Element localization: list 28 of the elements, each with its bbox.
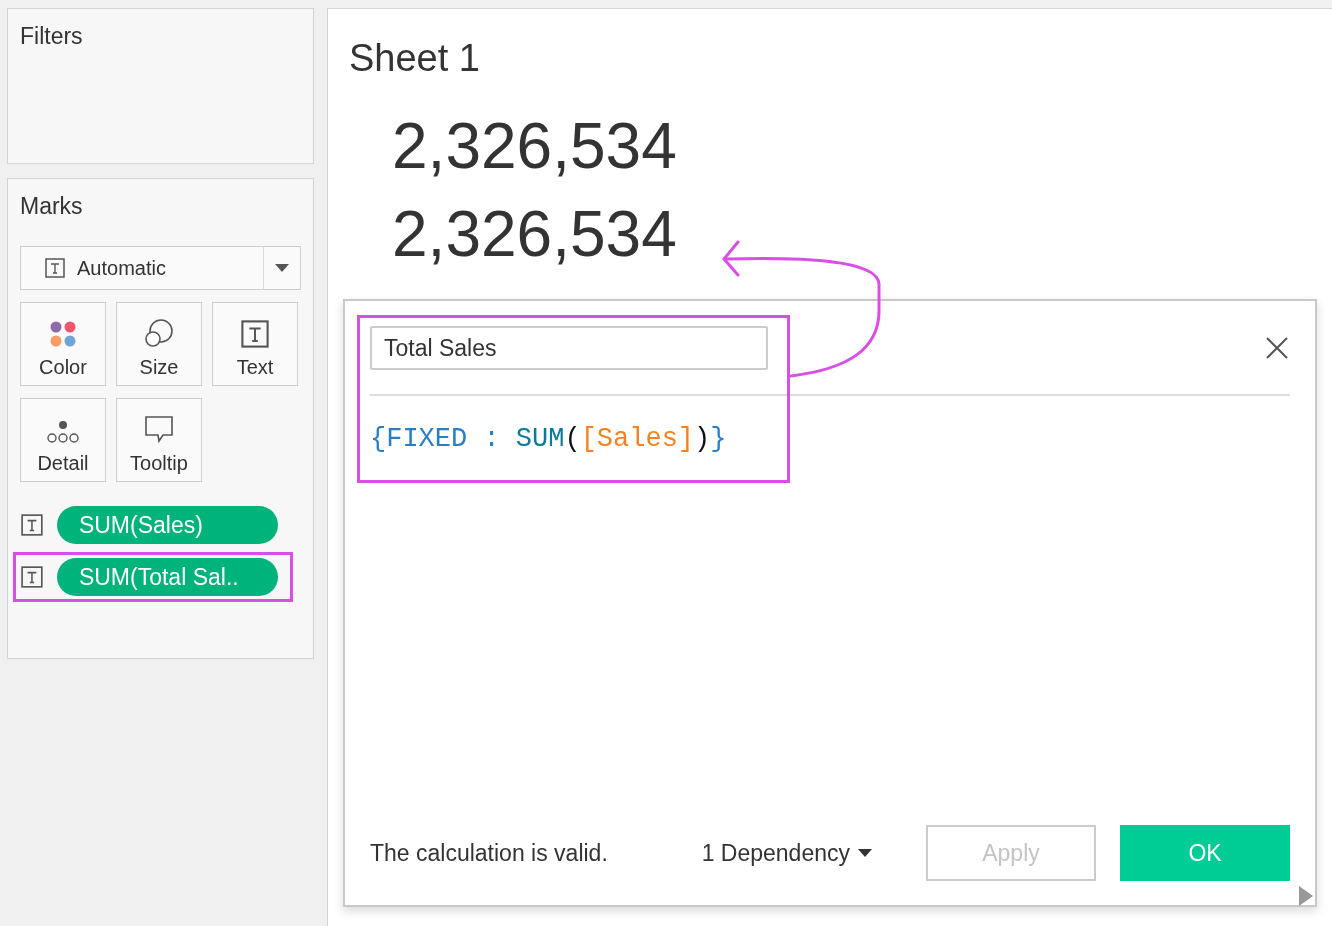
caret-icon [858,849,872,857]
mark-card-button[interactable]: Text [212,302,298,386]
mark-card-button[interactable]: Size [116,302,202,386]
value-text: 2,326,534 [392,109,678,184]
value-text: 2,326,534 [392,197,678,272]
filters-title: Filters [20,23,84,50]
mark-card-button[interactable]: Detail [20,398,106,482]
text-icon [241,320,269,348]
calculation-name-field[interactable]: Total Sales [370,326,768,370]
detail-dots-icon [46,420,80,444]
mark-card-button[interactable]: Color [20,302,106,386]
text-icon [21,566,43,588]
color-dots-icon [49,320,77,348]
close-icon[interactable] [1266,337,1288,359]
text-icon [21,514,43,536]
sheet-title: Sheet 1 [349,37,481,80]
mark-card-button[interactable]: Tooltip [116,398,202,482]
speech-bubble-icon [144,414,174,444]
status-text: The calculation is valid. [370,839,609,867]
circles-icon [144,318,174,348]
dependency-dropdown[interactable]: 1 Dependency [701,839,872,867]
text-icon [45,258,65,278]
caret-icon [275,264,289,272]
mark-type-dropdown[interactable]: Automatic [20,246,301,290]
marks-title: Marks [20,193,84,220]
mark-type-label: Automatic [21,256,263,280]
expand-arrow-icon[interactable] [1299,886,1313,906]
formula-code[interactable]: {FIXED : SUM([Sales])} [370,424,1290,454]
